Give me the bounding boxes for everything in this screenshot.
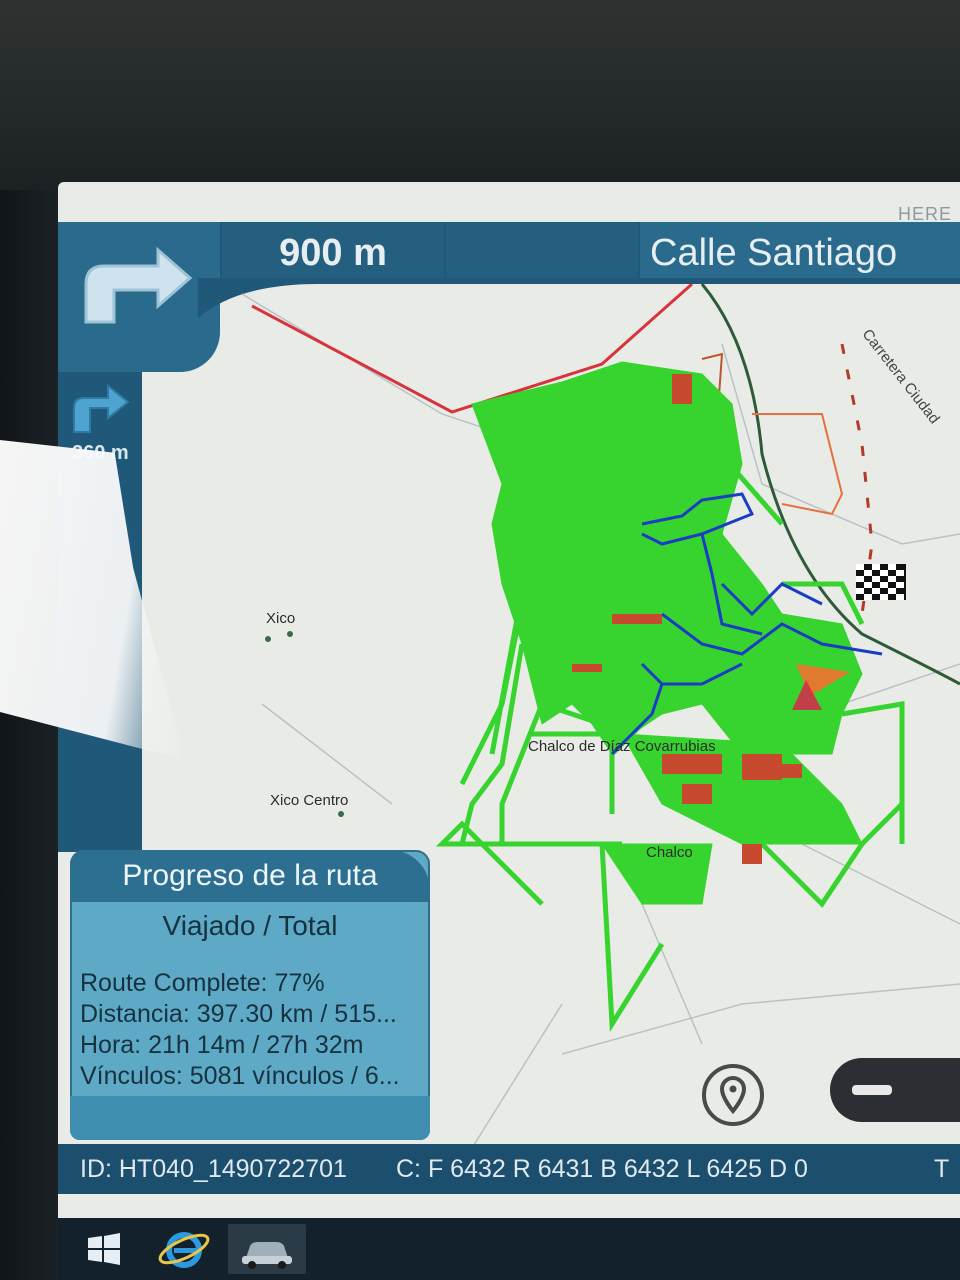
navigation-screen: HERE 900 m Calle Santiago 360 m bbox=[58, 182, 960, 1222]
street-name: Calle Santiago bbox=[640, 222, 960, 284]
route-progress-panel: Progreso de la ruta Viajado / Total Rout… bbox=[70, 850, 430, 1140]
locate-icon[interactable] bbox=[700, 1062, 766, 1128]
map-label-xico: Xico bbox=[266, 610, 296, 627]
internet-explorer-icon[interactable] bbox=[154, 1224, 214, 1274]
progress-time: Hora: 21h 14m / 27h 32m bbox=[80, 1031, 364, 1059]
maneuver-distance: 900 m bbox=[222, 222, 444, 284]
device-bezel-top bbox=[0, 0, 960, 190]
status-trailing: T bbox=[934, 1155, 950, 1183]
progress-title: Progreso de la ruta bbox=[70, 850, 430, 902]
progress-subtitle: Viajado / Total bbox=[162, 910, 338, 941]
progress-footer bbox=[70, 1096, 430, 1140]
zoom-out-button[interactable] bbox=[830, 1058, 960, 1122]
car-icon bbox=[242, 1242, 292, 1269]
map-label-chalco-diaz: Chalco de Díaz Covarrubias bbox=[528, 738, 716, 755]
status-bar: ID: HT040_1490722701 C: F 6432 R 6431 B … bbox=[58, 1144, 960, 1194]
vehicle-position-icon bbox=[792, 664, 850, 710]
counter-readout: C: F 6432 R 6431 B 6432 L 6425 D 0 bbox=[396, 1155, 808, 1183]
navigation-app-icon[interactable] bbox=[228, 1224, 306, 1274]
destination-flag-icon[interactable] bbox=[856, 564, 906, 600]
progress-route-complete: Route Complete: 77% bbox=[80, 969, 325, 997]
taskbar bbox=[58, 1218, 960, 1280]
turn-right-small-icon bbox=[73, 383, 130, 433]
zoom-out-icon bbox=[852, 1085, 892, 1095]
progress-links: Vínculos: 5081 vínculos / 6... bbox=[80, 1062, 400, 1090]
windows-start-icon[interactable] bbox=[74, 1224, 134, 1274]
map-label-xico-centro: Xico Centro bbox=[270, 792, 349, 809]
header-spacer bbox=[446, 222, 638, 284]
map-label-chalco: Chalco bbox=[646, 844, 693, 861]
progress-distance: Distancia: 397.30 km / 515... bbox=[80, 1000, 397, 1028]
session-id: ID: HT040_1490722701 bbox=[80, 1155, 347, 1183]
device-bezel-left bbox=[0, 190, 62, 1280]
